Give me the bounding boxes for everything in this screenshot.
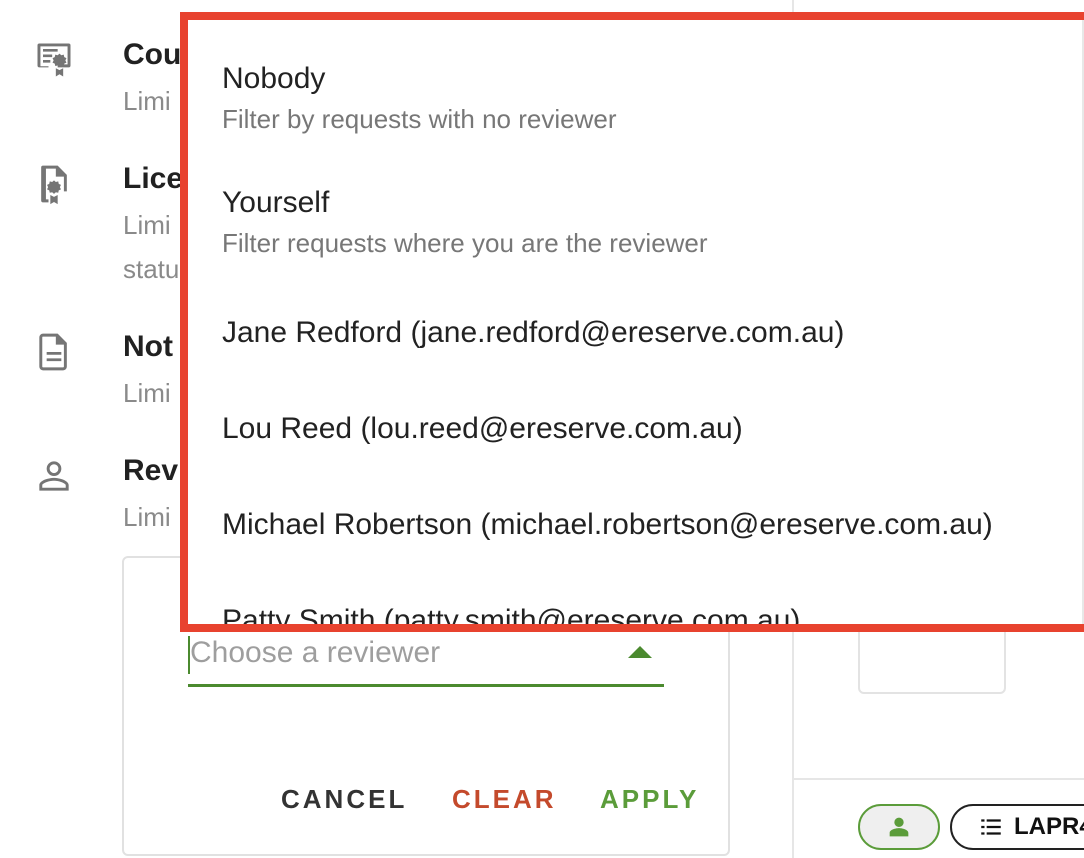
filter-title-course: Cou [123, 38, 182, 71]
filter-desc-course: Limi [123, 86, 171, 116]
right-panel-bottom-divider [794, 778, 1084, 780]
person-icon [32, 454, 76, 498]
dropdown-option-lou-reed[interactable]: Lou Reed (lou.reed@ereserve.com.au) [188, 400, 1052, 470]
option-title: Yourself [222, 186, 330, 219]
dropdown-option-jane-redford[interactable]: Jane Redford (jane.redford@ereserve.com.… [188, 304, 1052, 374]
option-title: Nobody [222, 62, 326, 95]
option-title: Jane Redford (jane.redford@ereserve.com.… [222, 316, 845, 349]
reviewer-select-underline [188, 684, 664, 687]
list-filter-label: LAPR4 [1014, 813, 1084, 840]
dropdown-option-patty-smith[interactable]: Patty Smith (patty.smith@ereserve.com.au… [188, 592, 1052, 632]
filter-title-reviewer: Rev [123, 454, 179, 487]
option-title: Michael Robertson (michael.robertson@ere… [222, 508, 993, 541]
option-subtitle: Filter by requests with no reviewer [222, 104, 617, 134]
filter-title-notes: Not [123, 330, 173, 363]
filter-desc-license: Limi [123, 210, 171, 240]
certificate-icon [32, 38, 76, 82]
option-title: Lou Reed (lou.reed@ereserve.com.au) [222, 412, 743, 445]
dropdown-option-yourself[interactable]: Yourself Filter requests where you are t… [188, 174, 1052, 270]
note-icon [32, 330, 76, 374]
list-icon [978, 814, 1004, 840]
user-filter-button[interactable] [858, 804, 940, 850]
caret-up-icon[interactable] [628, 646, 652, 658]
reviewer-select[interactable]: Choose a reviewer [190, 636, 440, 670]
filter-desc-reviewer: Limi [123, 502, 171, 532]
filter-desc-license-line2: statu [123, 254, 180, 284]
text-cursor [188, 636, 190, 674]
option-title: Patty Smith (patty.smith@ereserve.com.au… [222, 604, 801, 632]
filter-title-license: Lice [123, 162, 184, 195]
filter-desc-notes: Limi [123, 378, 171, 408]
dropdown-option-nobody[interactable]: Nobody Filter by requests with no review… [188, 50, 1052, 146]
dropdown-option-michael-robertson[interactable]: Michael Robertson (michael.robertson@ere… [188, 496, 1052, 566]
cancel-button[interactable]: CANCEL [281, 784, 407, 815]
reviewer-dropdown-menu: Nobody Filter by requests with no review… [180, 12, 1084, 632]
person-icon [885, 813, 913, 841]
apply-button[interactable]: APPLY [600, 784, 699, 815]
clear-button[interactable]: CLEAR [452, 784, 557, 815]
list-filter-button[interactable]: LAPR4 [950, 804, 1084, 850]
option-subtitle: Filter requests where you are the review… [222, 228, 708, 258]
license-file-icon [32, 162, 76, 206]
